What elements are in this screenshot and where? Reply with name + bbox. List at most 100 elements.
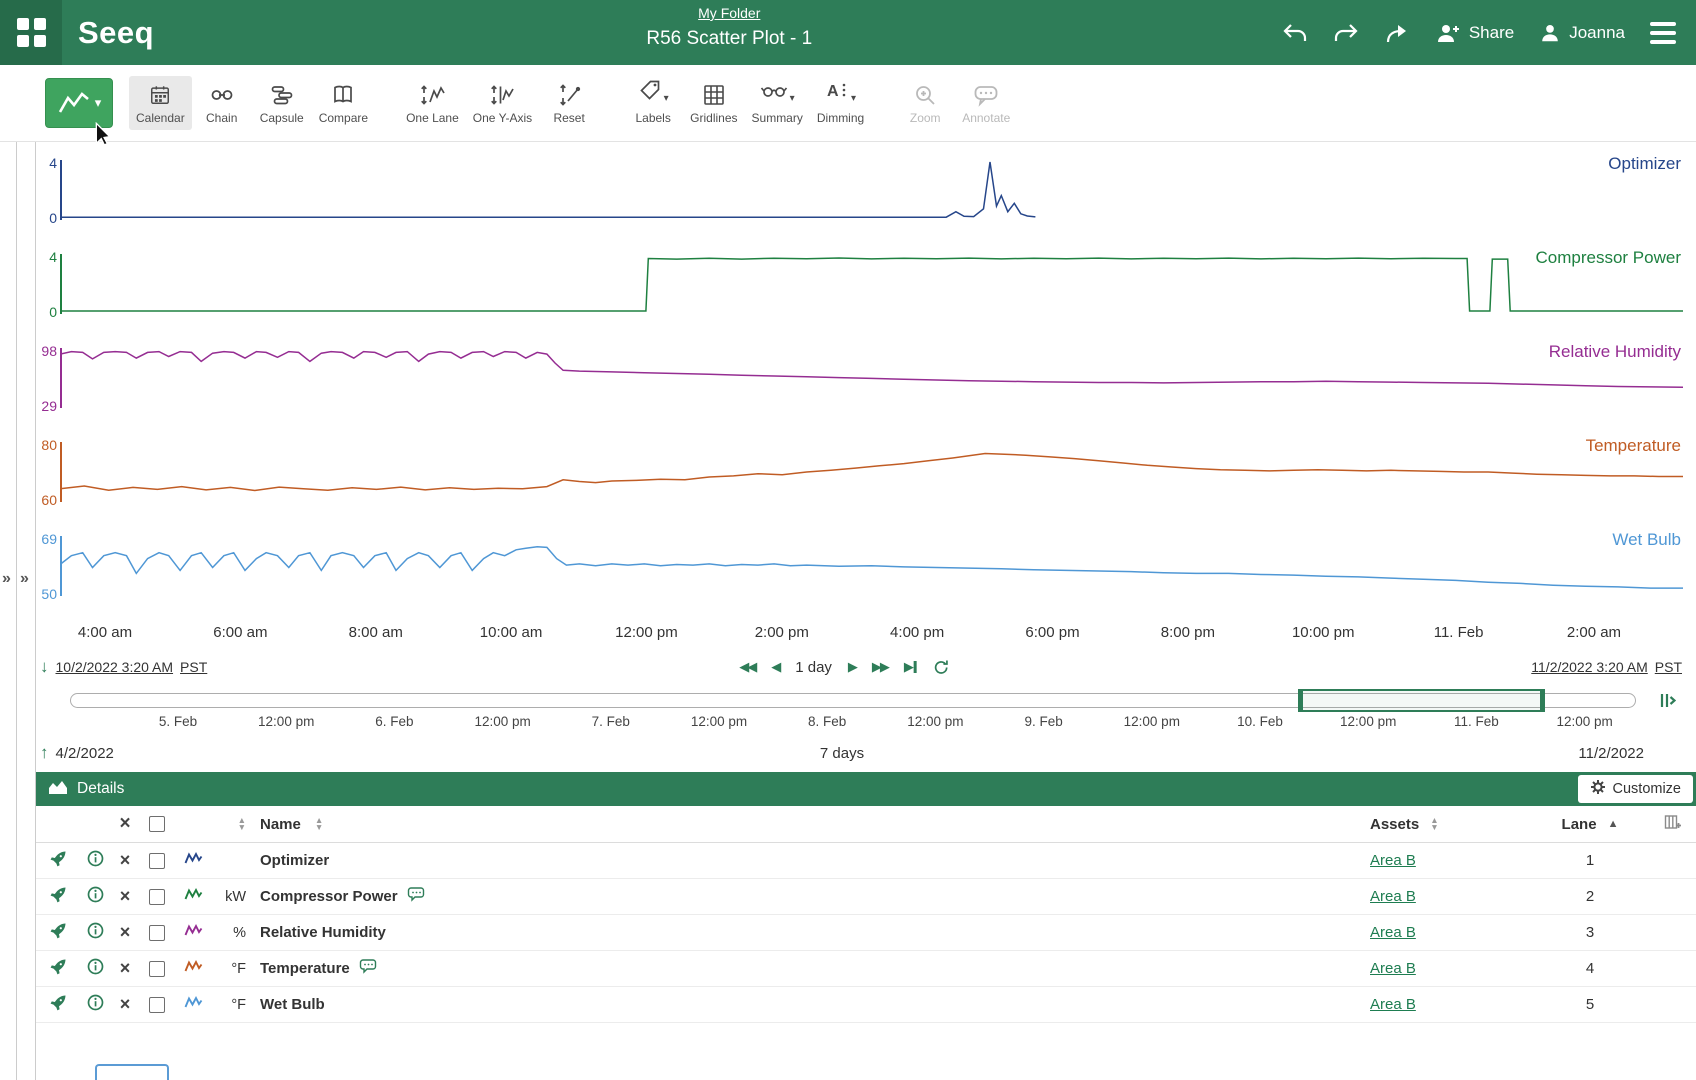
toolbar-summary-button[interactable]: ▾ Summary (745, 76, 810, 130)
remove-signal-icon[interactable]: × (120, 886, 131, 907)
navigate-to-signal-icon[interactable] (50, 886, 67, 907)
mouse-cursor (94, 122, 112, 146)
expand-panel-icon[interactable]: » (20, 570, 29, 588)
customize-button[interactable]: Customize (1578, 775, 1694, 803)
cell-remove: × (110, 886, 140, 907)
undo-icon[interactable] (1282, 22, 1308, 44)
toolbar-dimming-button[interactable]: A▾ Dimming (810, 76, 871, 130)
forward-icon[interactable] (1384, 22, 1410, 44)
toolbar-chain-button[interactable]: Chain (192, 76, 252, 130)
toolbar-label: Reset (553, 111, 584, 125)
cell-sort: ▲▼ (212, 817, 250, 831)
toolbar-capsule-button[interactable]: Capsule (252, 76, 312, 130)
sort-icon[interactable]: ▲▼ (315, 817, 323, 831)
info-icon[interactable] (87, 958, 104, 979)
toolbar-label: Capsule (260, 111, 304, 125)
row-checkbox[interactable] (149, 997, 165, 1013)
dimming-icon: A (825, 78, 849, 107)
step-forward-much-button[interactable]: ▶▶ (872, 659, 888, 675)
lane-header-label[interactable]: Lane (1562, 816, 1597, 833)
cell-assets: Area B (1370, 852, 1530, 869)
info-icon[interactable] (87, 886, 104, 907)
hamburger-menu-icon[interactable] (1650, 22, 1676, 44)
redo-icon[interactable] (1333, 22, 1359, 44)
navigate-to-signal-icon[interactable] (50, 994, 67, 1015)
row-checkbox[interactable] (149, 853, 165, 869)
breadcrumb[interactable]: My Folder (698, 5, 760, 21)
step-forward-button[interactable]: ▶ (848, 659, 856, 675)
tag-icon (638, 78, 662, 107)
step-to-end-button[interactable]: ▶ (904, 659, 917, 675)
x-axis-tick: 10:00 am (480, 624, 543, 641)
navigate-to-signal-icon[interactable] (50, 958, 67, 979)
sort-icon[interactable]: ▲▼ (1430, 817, 1438, 831)
investigate-range-bar: ↑ 4/2/2022 7 days 11/2/2022 (40, 740, 1644, 766)
partial-popup (95, 1064, 169, 1080)
cell-assets: Area B (1370, 888, 1530, 905)
name-header-label[interactable]: Name (260, 816, 301, 833)
details-table-body: ×OptimizerArea B1×kWCompressor PowerArea… (36, 843, 1696, 1023)
toolbar-labels-button[interactable]: ▾ Labels (623, 76, 683, 130)
asset-link[interactable]: Area B (1370, 924, 1416, 941)
y-axis-min-label: 29 (33, 398, 57, 414)
sort-icon[interactable]: ▲▼ (238, 817, 246, 831)
range-start-link[interactable]: 10/2/2022 3:20 AM (56, 659, 174, 675)
asset-link[interactable]: Area B (1370, 960, 1416, 977)
expand-panel-icon[interactable]: » (2, 570, 11, 588)
toolbar-calendar-button[interactable]: Calendar (129, 76, 192, 130)
toolbar-gridlines-button[interactable]: Gridlines (683, 76, 744, 130)
asset-link[interactable]: Area B (1370, 852, 1416, 869)
user-menu[interactable]: Joanna (1539, 22, 1625, 44)
info-icon[interactable] (87, 994, 104, 1015)
assets-header-label[interactable]: Assets (1370, 816, 1419, 833)
toolbar-reset-button[interactable]: Reset (539, 76, 599, 130)
toolbar-compare-button[interactable]: Compare (312, 76, 375, 130)
step-back-much-button[interactable]: ◀◀ (739, 659, 755, 675)
row-checkbox[interactable] (149, 925, 165, 941)
cell-signal-type (174, 923, 212, 942)
range-start-timezone-link[interactable]: PST (180, 659, 207, 675)
overview-selection-window[interactable] (1298, 689, 1544, 712)
comment-icon[interactable] (407, 887, 425, 906)
lane-number: 1 (1530, 852, 1650, 869)
remove-signal-icon[interactable]: × (120, 922, 131, 943)
navigate-to-signal-icon[interactable] (50, 922, 67, 943)
step-back-button[interactable]: ◀ (771, 659, 779, 675)
signal-label: Wet Bulb (1612, 530, 1681, 550)
remove-signal-icon[interactable]: × (120, 994, 131, 1015)
select-all-checkbox[interactable] (149, 816, 165, 832)
row-checkbox[interactable] (149, 961, 165, 977)
seeq-logo: Seeq (78, 15, 154, 51)
trend-view-button[interactable]: ▾ (45, 78, 113, 128)
info-icon[interactable] (87, 922, 104, 943)
toolbar-one-y-axis-button[interactable]: One Y-Axis (466, 76, 539, 130)
navigate-to-signal-icon[interactable] (50, 850, 67, 871)
row-checkbox[interactable] (149, 889, 165, 905)
lane-column-header: Lane ▲ (1530, 816, 1650, 833)
add-column-icon[interactable] (1664, 814, 1682, 834)
app-launcher-button[interactable] (0, 0, 62, 65)
cell-info (80, 850, 110, 871)
toolbar-zoom-button: Zoom (895, 76, 955, 130)
info-icon[interactable] (87, 850, 104, 871)
asset-link[interactable]: Area B (1370, 996, 1416, 1013)
remove-signal-icon[interactable]: × (120, 958, 131, 979)
sort-ascending-icon[interactable]: ▲ (1608, 818, 1619, 830)
duration-selector[interactable]: 1 day (795, 659, 832, 676)
share-button[interactable]: Share (1435, 22, 1514, 44)
comment-icon[interactable] (359, 959, 377, 978)
toolbar: ▾ Calendar Chain Capsule Compare One Lan… (0, 65, 1696, 142)
fit-range-icon[interactable] (1658, 692, 1676, 714)
remove-signal-icon[interactable]: × (120, 850, 131, 871)
user-name: Joanna (1569, 23, 1625, 43)
refresh-button[interactable] (933, 659, 950, 676)
chart-lane-5: 6950Wet Bulb (60, 530, 1683, 624)
remove-all-icon[interactable]: × (110, 813, 140, 835)
range-end-link[interactable]: 11/2/2022 3:20 AM (1531, 659, 1648, 675)
toolbar-one-lane-button[interactable]: One Lane (399, 76, 466, 130)
range-end-timezone-link[interactable]: PST (1655, 659, 1682, 675)
asset-link[interactable]: Area B (1370, 888, 1416, 905)
top-header: Seeq My Folder R56 Scatter Plot - 1 Shar… (0, 0, 1696, 65)
y-axis (60, 254, 62, 314)
overview-tick: 12:00 pm (1340, 714, 1396, 729)
